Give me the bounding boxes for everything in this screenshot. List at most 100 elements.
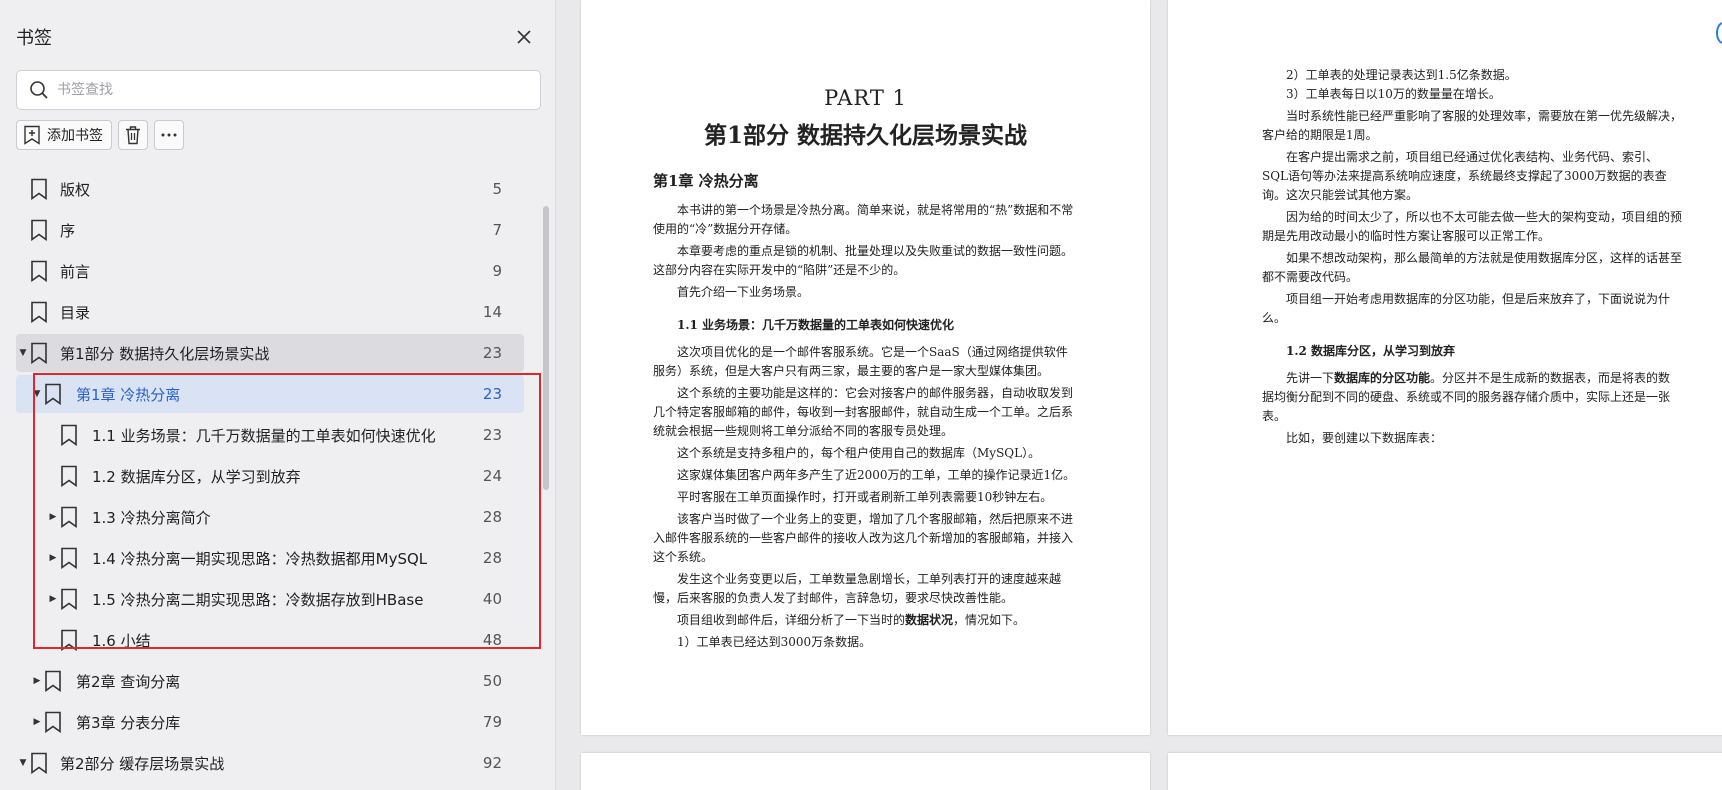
paragraph: 在客户提出需求之前，项目组已经通过优化表结构、业务代码、索引、SQL语句等办法来…: [1262, 150, 1667, 202]
bookmark-page-number: 23: [482, 344, 502, 362]
bookmark-item[interactable]: 1.6 小结 48: [16, 621, 524, 659]
collapse-caret-icon[interactable]: ▼: [18, 758, 28, 768]
bookmark-label: 1.2 数据库分区，从学习到放弃: [92, 467, 301, 486]
paragraph: 比如，要创建以下数据库表：: [1286, 431, 1443, 445]
bookmark-item[interactable]: 1.1 业务场景：几千万数据量的工单表如何快速优化 23: [16, 416, 524, 454]
add-bookmark-icon: [24, 125, 40, 145]
trash-icon: [126, 126, 140, 145]
bookmark-item[interactable]: ▶ 第2章 查询分离 50: [16, 662, 524, 700]
paragraph: 因为给的时间太少了，所以也不太可能去做一些大的架构变动，项目组的预期是先用改动最…: [1262, 210, 1683, 243]
text-run: 项目组收到邮件后，详细分析了一下当时的: [677, 613, 906, 627]
bookmark-item-part1[interactable]: ▼ 第1部分 数据持久化层场景实战 23: [16, 334, 524, 372]
bookmark-label: 1.5 冷热分离二期实现思路：冷数据存放到HBase: [92, 590, 424, 609]
part-label: PART 1: [824, 86, 907, 110]
collapse-caret-icon[interactable]: ▼: [18, 348, 28, 358]
paragraph: 该客户当时做了一个业务上的变更，增加了几个客服邮箱，然后把原来不进入邮件客服系统…: [653, 512, 1074, 564]
delete-bookmark-button[interactable]: [118, 120, 148, 150]
bookmark-search-box[interactable]: [16, 70, 541, 110]
bookmark-page-number: 79: [482, 713, 502, 731]
paragraph: 平时客服在工单页面操作时，打开或者刷新工单列表需要10秒钟左右。: [677, 490, 1053, 504]
text-run: ，情况如下。: [953, 613, 1026, 627]
bookmark-page-number: 92: [482, 754, 502, 772]
document-page-next-left: [581, 753, 1150, 790]
bookmark-page-number: 9: [492, 262, 502, 280]
bookmark-icon: [61, 629, 77, 651]
bookmark-icon: [45, 670, 61, 692]
bookmark-page-number: 40: [482, 590, 502, 608]
bookmark-item-chapter1[interactable]: ▼ 第1章 冷热分离 23: [16, 375, 524, 413]
collapse-caret-icon[interactable]: ▼: [32, 389, 42, 399]
bookmark-page-number: 23: [482, 426, 502, 444]
close-button[interactable]: [509, 22, 539, 52]
paragraph: 本章要考虑的重点是锁的机制、批量处理以及失败重试的数据一致性问题。这部分内容在实…: [653, 244, 1074, 277]
bookmark-page-number: 28: [482, 549, 502, 567]
paragraph: 1）工单表已经达到3000万条数据。: [677, 635, 872, 649]
search-icon: [30, 81, 48, 99]
bookmark-search-input[interactable]: [57, 75, 540, 105]
bookmark-panel-title: 书签: [16, 28, 52, 49]
bookmark-item[interactable]: ▶ 1.5 冷热分离二期实现思路：冷数据存放到HBase 40: [16, 580, 524, 618]
paragraph: 如果不想改动架构，那么最简单的方法就是使用数据库分区，这样的话甚至都不需要改代码…: [1262, 251, 1683, 284]
bookmark-toolbar: 添加书签: [16, 120, 184, 150]
bookmark-label: 第1章 冷热分离: [76, 385, 181, 404]
expand-caret-icon[interactable]: ▶: [48, 594, 58, 604]
bookmark-icon: [61, 547, 77, 569]
bookmark-icon: [31, 178, 47, 200]
section-heading: 1.2 数据库分区，从学习到放弃: [1286, 344, 1456, 358]
bookmark-icon: [61, 588, 77, 610]
paragraph: 这个系统是支持多租户的，每个租户使用自己的数据库（MySQL）。: [677, 446, 1041, 460]
section-heading: 1.1 业务场景：几千万数据量的工单表如何快速优化: [677, 318, 955, 332]
add-bookmark-label: 添加书签: [47, 128, 103, 144]
expand-caret-icon[interactable]: ▶: [48, 553, 58, 563]
paragraph: 这个系统的主要功能是这样的：它会对接客户的邮件服务器，自动收取发到几个特定客服邮…: [653, 386, 1074, 438]
bookmark-icon: [61, 424, 77, 446]
text-run: 先讲一下: [1286, 371, 1335, 385]
bookmark-label: 1.6 小结: [92, 631, 151, 650]
bookmark-label: 1.4 冷热分离一期实现思路：冷热数据都用MySQL: [92, 549, 428, 568]
bookmark-item[interactable]: 序 7: [16, 211, 524, 249]
bookmark-item[interactable]: 1.2 数据库分区，从学习到放弃 24: [16, 457, 524, 495]
bookmark-page-number: 14: [482, 303, 502, 321]
bookmark-label: 前言: [60, 262, 91, 281]
document-page-right: 2）工单表的处理记录表达到1.5亿条数据。 3）工单表每日以10万的数量量在增长…: [1168, 0, 1722, 735]
close-icon: [517, 30, 531, 44]
bookmark-item[interactable]: 前言 9: [16, 252, 524, 290]
paragraph: 项目组一开始考虑用数据库的分区功能，但是后来放弃了，下面说说为什么。: [1262, 292, 1671, 325]
bookmark-page-number: 48: [482, 631, 502, 649]
bookmark-item[interactable]: ▶ 1.4 冷热分离一期实现思路：冷热数据都用MySQL 28: [16, 539, 524, 577]
bookmark-page-number: 5: [492, 180, 502, 198]
bookmark-icon: [31, 219, 47, 241]
bookmark-icon: [31, 260, 47, 282]
bookmark-item[interactable]: 目录 14: [16, 293, 524, 331]
bookmark-panel-header: 书签: [16, 22, 539, 52]
paragraph: 首先介绍一下业务场景。: [677, 285, 810, 299]
bookmark-page-number: 24: [482, 467, 502, 485]
bookmark-label: 第2部分 缓存层场景实战: [60, 754, 225, 773]
bookmark-label: 第3章 分表分库: [76, 713, 181, 732]
expand-caret-icon[interactable]: ▶: [32, 717, 42, 727]
bookmark-item[interactable]: ▶ 第3章 分表分库 79: [16, 703, 524, 741]
bookmark-item[interactable]: 版权 5: [16, 170, 524, 208]
add-bookmark-button[interactable]: 添加书签: [16, 120, 112, 150]
bookmark-label: 第2章 查询分离: [76, 672, 181, 691]
expand-caret-icon[interactable]: ▶: [48, 512, 58, 522]
bookmark-page-number: 28: [482, 508, 502, 526]
bookmark-icon: [31, 342, 47, 364]
bookmark-scrollbar[interactable]: [543, 206, 549, 490]
bookmark-label: 1.1 业务场景：几千万数据量的工单表如何快速优化: [92, 426, 436, 445]
bookmark-label: 1.3 冷热分离简介: [92, 508, 211, 527]
paragraph: 3）工单表每日以10万的数量量在增长。: [1286, 87, 1501, 101]
bookmark-item[interactable]: ▶ 1.3 冷热分离简介 28: [16, 498, 524, 536]
bookmark-page-number: 50: [482, 672, 502, 690]
paragraph: 2）工单表的处理记录表达到1.5亿条数据。: [1286, 68, 1517, 82]
more-options-button[interactable]: [154, 120, 184, 150]
bookmark-icon: [45, 383, 61, 405]
bookmark-icon: [45, 711, 61, 733]
document-page-left: PART 1 第1部分 数据持久化层场景实战 第1章 冷热分离 本书讲的第一个场…: [581, 0, 1150, 735]
expand-caret-icon[interactable]: ▶: [32, 676, 42, 686]
bold-text: 数据状况: [905, 613, 954, 627]
paragraph: 先讲一下数据库的分区功能。分区并不是生成新的数据表，而是将表的数据均衡分配到不同…: [1262, 369, 1682, 426]
bookmark-item-part2[interactable]: ▼ 第2部分 缓存层场景实战 92: [16, 744, 524, 782]
bookmark-label: 目录: [60, 303, 91, 322]
bookmark-label: 序: [60, 221, 76, 240]
